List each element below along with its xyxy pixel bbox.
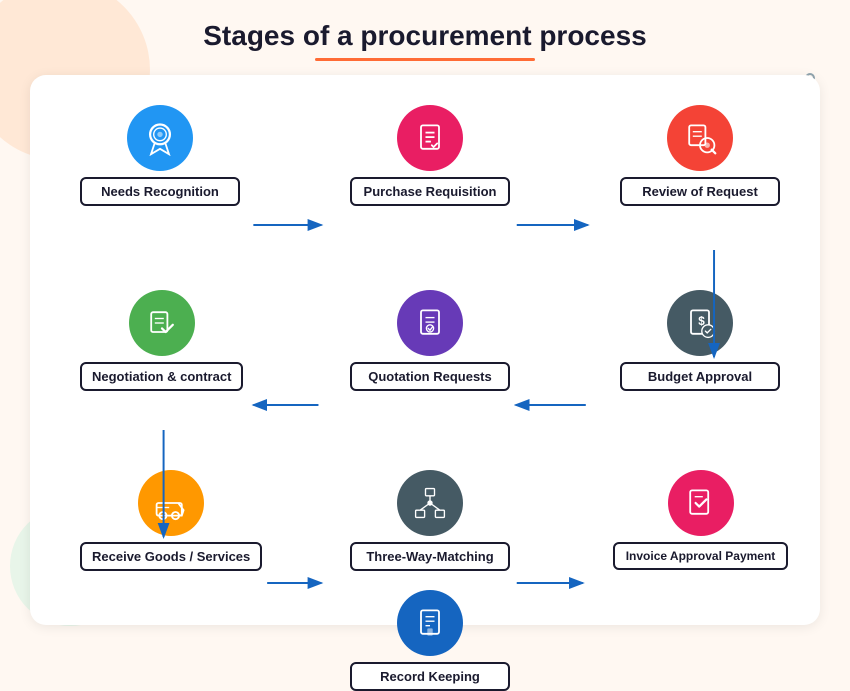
label-budget-approval: Budget Approval [620,362,780,391]
flow-diagram: Needs Recognition Purchase Requisition [60,95,790,605]
icon-record-keeping [397,590,463,656]
node-budget-approval: $ Budget Approval [620,290,780,391]
node-review-of-request: Review of Request [620,105,780,206]
label-quotation-requests: Quotation Requests [350,362,510,391]
node-quotation-requests: Quotation Requests [350,290,510,391]
node-three-way-matching: Three-Way-Matching [350,470,510,571]
label-receive-goods: Receive Goods / Services [80,542,262,571]
icon-invoice-approval [668,470,734,536]
icon-budget-approval: $ [667,290,733,356]
label-negotiation-contract: Negotiation & contract [80,362,243,391]
label-review-of-request: Review of Request [620,177,780,206]
title-underline [315,58,535,61]
icon-quotation-requests [397,290,463,356]
icon-needs-recognition [127,105,193,171]
node-needs-recognition: Needs Recognition [80,105,240,206]
icon-negotiation-contract [129,290,195,356]
label-needs-recognition: Needs Recognition [80,177,240,206]
label-record-keeping: Record Keeping [350,662,510,691]
icon-three-way-matching [397,470,463,536]
node-purchase-requisition: Purchase Requisition [350,105,510,206]
node-receive-goods: Receive Goods / Services [80,470,262,571]
page-title: Stages of a procurement process [20,10,830,52]
label-purchase-requisition: Purchase Requisition [350,177,510,206]
icon-review-of-request [667,105,733,171]
diagram-card: Needs Recognition Purchase Requisition [30,75,820,625]
icon-purchase-requisition [397,105,463,171]
label-three-way-matching: Three-Way-Matching [350,542,510,571]
node-negotiation-contract: Negotiation & contract [80,290,243,391]
node-invoice-approval: Invoice Approval Payment [613,470,788,570]
node-record-keeping: Record Keeping [350,590,510,691]
label-invoice-approval: Invoice Approval Payment [613,542,788,570]
main-container: Stages of a procurement process Needs Re… [0,0,850,635]
icon-receive-goods [138,470,204,536]
